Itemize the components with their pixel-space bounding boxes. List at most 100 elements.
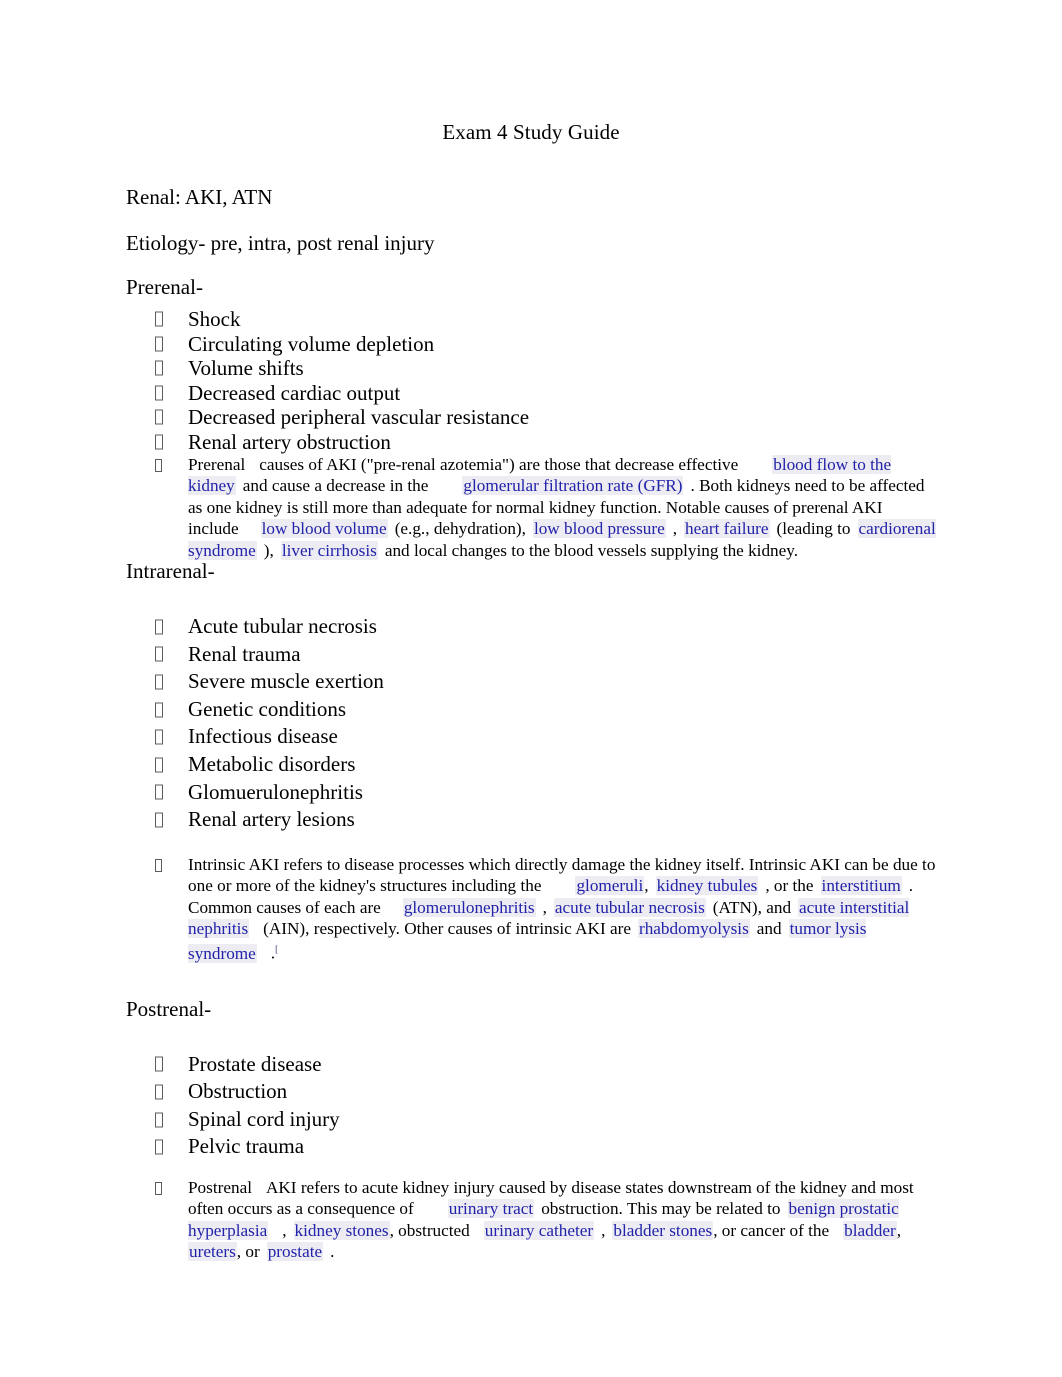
list-item-label: Circulating volume depletion	[188, 331, 435, 356]
bullet-box-icon	[155, 1139, 163, 1155]
link-urinary-catheter[interactable]: urinary catheter	[483, 1220, 595, 1240]
list-item: Glomuerulonephritis	[126, 779, 936, 807]
note-text: ,	[542, 897, 547, 917]
list-item: Renal trauma	[126, 641, 936, 669]
link-gfr[interactable]: glomerular filtration rate (GFR)	[462, 476, 684, 496]
link-interstitium[interactable]: interstitium	[820, 876, 902, 896]
list-item: Renal artery lesions	[126, 806, 936, 834]
list-item: Volume shifts	[126, 356, 936, 381]
bullet-box-icon	[155, 1084, 163, 1100]
bullet-box-icon	[155, 702, 163, 718]
link-glomerulonephritis[interactable]: glomerulonephritis	[402, 897, 536, 917]
list-item: Decreased cardiac output	[126, 381, 936, 406]
note-text: and cause a decrease in the	[242, 476, 429, 496]
bullet-box-icon	[155, 858, 162, 872]
list-item-label: Volume shifts	[188, 356, 304, 380]
bullet-box-icon	[155, 729, 163, 745]
document-page: Exam 4 Study Guide Renal: AKI, ATN Etiol…	[0, 0, 1062, 1377]
note-text: (ATN), and	[712, 897, 792, 917]
bullet-box-icon	[155, 1056, 163, 1072]
link-kidney-tubules[interactable]: kidney tubules	[655, 876, 759, 896]
heading-prerenal: Prerenal-	[126, 275, 203, 299]
list-item-label: Severe muscle exertion	[188, 669, 384, 694]
note-text: (e.g., dehydration),	[394, 519, 526, 539]
link-ureters[interactable]: ureters	[188, 1242, 237, 1262]
list-item-label: Renal artery lesions	[188, 807, 355, 832]
note-text: causes of AKI ("pre-renal azotemia") are…	[259, 455, 739, 474]
note-text: (leading to	[776, 519, 851, 539]
bullet-box-icon	[155, 646, 163, 662]
list-item: Spinal cord injury	[126, 1106, 936, 1134]
list-item-label: Shock	[188, 307, 241, 331]
link-bladder[interactable]: bladder	[843, 1220, 897, 1240]
heading-etiology: Etiology- pre, intra, post renal injury	[126, 231, 435, 255]
note-text: ,	[644, 876, 649, 896]
link-glomeruli[interactable]: glomeruli	[575, 876, 645, 896]
link-heart-failure[interactable]: heart failure	[684, 519, 770, 539]
bullet-box-icon	[155, 1112, 163, 1128]
link-bladder-stones[interactable]: bladder stones	[612, 1220, 714, 1240]
bullet-box-icon	[155, 619, 163, 635]
bullet-box-icon	[155, 784, 163, 800]
list-item-label: Genetic conditions	[188, 696, 347, 721]
link-liver-cirrhosis[interactable]: liver cirrhosis	[280, 540, 378, 560]
link-urinary-tract[interactable]: urinary tract	[447, 1199, 535, 1219]
prerenal-note-paragraph: Prerenal causes of AKI ("pre-renal azotem…	[126, 454, 936, 561]
list-item: Circulating volume depletion	[126, 332, 936, 357]
list-item-label: Infectious disease	[188, 724, 338, 749]
link-low-blood-volume[interactable]: low blood volume	[260, 519, 388, 539]
link-rhabdomyolysis[interactable]: rhabdomyolysis	[637, 919, 750, 938]
heading-postrenal: Postrenal-	[126, 996, 212, 1021]
list-item-label: Pelvic trauma	[188, 1134, 305, 1159]
bullet-box-icon	[155, 459, 162, 472]
page-title: Exam 4 Study Guide	[442, 120, 620, 144]
list-item-label: Spinal cord injury	[188, 1106, 340, 1131]
list-item: Prostate disease	[126, 1051, 936, 1079]
bullet-box-icon	[155, 385, 163, 401]
list-item: Decreased peripheral vascular resistance	[126, 405, 936, 430]
note-text: and local changes to the blood vessels s…	[384, 540, 799, 560]
note-text: and	[756, 919, 782, 938]
note-text: ,	[601, 1220, 606, 1240]
bullet-box-icon	[155, 812, 163, 828]
link-acute-tubular-necrosis[interactable]: acute tubular necrosis	[553, 897, 706, 917]
list-item: Infectious disease	[126, 723, 936, 751]
heading-topic: Renal: AKI, ATN	[126, 185, 273, 209]
list-item-label: Decreased cardiac output	[188, 380, 401, 405]
bullet-box-icon	[155, 409, 163, 425]
heading-intrarenal: Intrarenal-	[126, 559, 215, 584]
list-item: Obstruction	[126, 1078, 936, 1106]
note-text: ,	[282, 1220, 287, 1240]
note-text: ,	[896, 1220, 901, 1240]
prerenal-bullet-list: Shock Circulating volume depletion Volum…	[126, 307, 936, 454]
note-text: (AIN), respectively. Other causes of int…	[263, 919, 631, 938]
link-kidney-stones[interactable]: kidney stones	[293, 1220, 390, 1240]
note-text: , obstructed	[389, 1220, 470, 1240]
list-item: Severe muscle exertion	[126, 668, 936, 696]
postrenal-note-paragraph: Postrenal AKI refers to acute kidney inju…	[126, 1177, 936, 1263]
intrarenal-note-paragraph: Intrinsic AKI refers to disease processe…	[126, 854, 936, 965]
list-item: Genetic conditions	[126, 696, 936, 724]
list-item-label: Acute tubular necrosis	[188, 614, 377, 639]
note-text: .	[330, 1242, 335, 1262]
note-text: Postrenal	[188, 1177, 252, 1197]
list-item: Pelvic trauma	[126, 1133, 936, 1161]
note-text: Prerenal	[188, 455, 246, 474]
intrarenal-bullet-list: Acute tubular necrosis Renal trauma Seve…	[126, 613, 936, 834]
list-item-label: Decreased peripheral vascular resistance	[188, 405, 530, 429]
bullet-box-icon	[155, 434, 163, 450]
note-text: , or	[236, 1242, 260, 1262]
note-text: ,	[672, 519, 678, 539]
bullet-box-icon	[155, 311, 163, 327]
note-text: ),	[263, 540, 274, 560]
list-item: Shock	[126, 307, 936, 332]
bullet-box-icon	[155, 360, 163, 376]
link-low-blood-pressure[interactable]: low blood pressure	[532, 519, 666, 539]
link-prostate[interactable]: prostate	[266, 1242, 324, 1262]
